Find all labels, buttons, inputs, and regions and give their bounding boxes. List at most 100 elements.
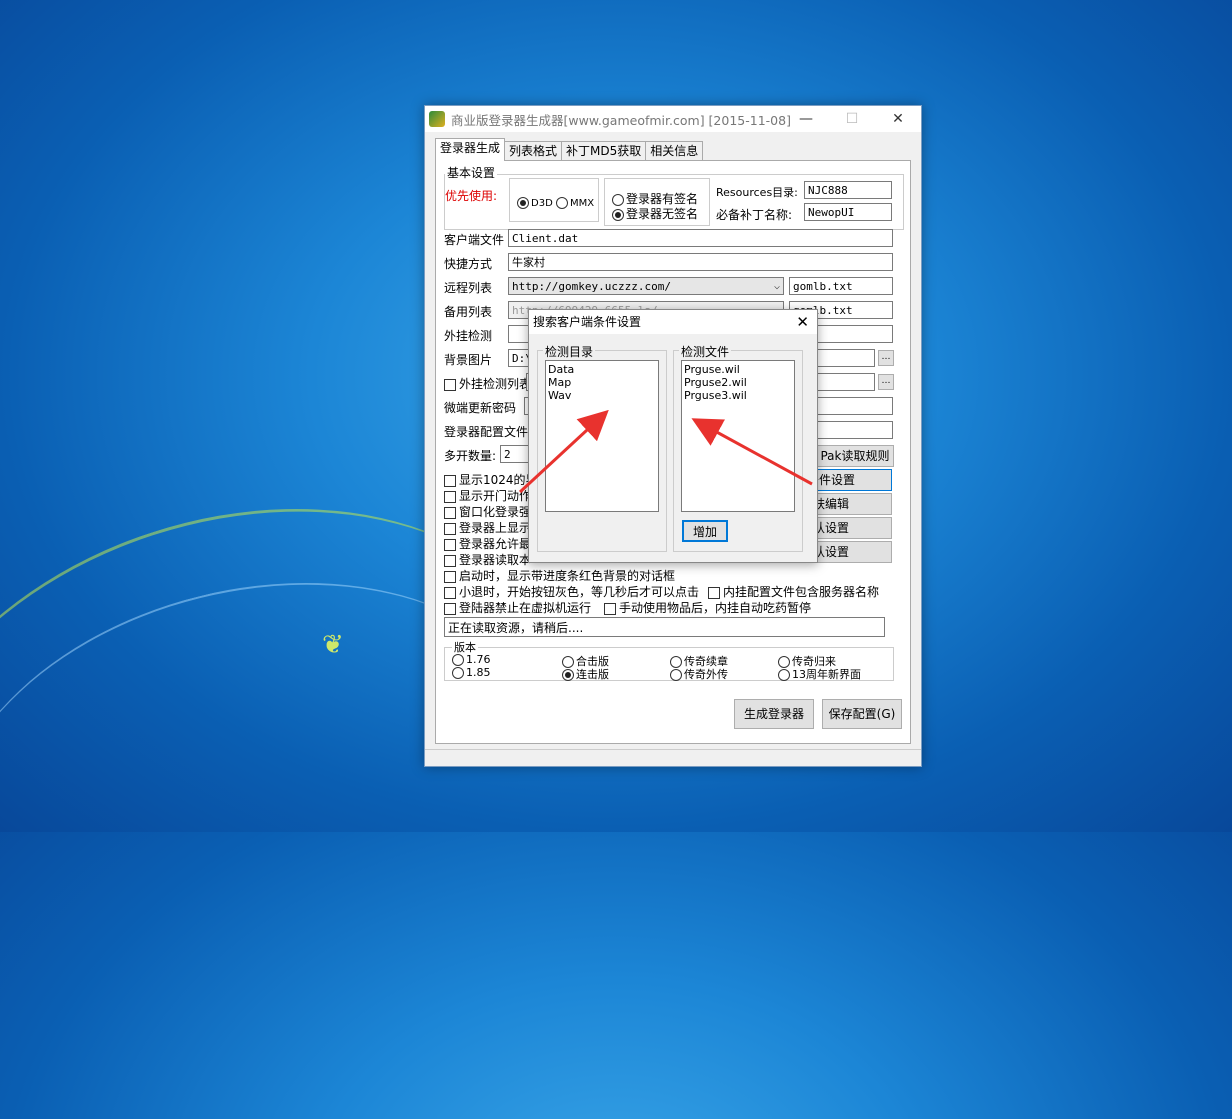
radio-signed-label: 登录器有签名 (626, 192, 699, 206)
radio-signed-dot[interactable] (612, 193, 624, 206)
remote-list-value: http://gomkey.uczzz.com/ (512, 280, 671, 293)
tab-list-format[interactable]: 列表格式 (504, 141, 563, 161)
chevron-down-icon[interactable]: ⌵ (774, 278, 780, 294)
checkbox-1024[interactable] (444, 474, 456, 487)
maximize-button[interactable]: ☐ (829, 106, 875, 132)
priority-label: 优先使用: (445, 189, 498, 203)
checkbox-show[interactable] (444, 522, 456, 535)
version-13th-label: 13周年新界面 (792, 668, 861, 681)
remote-list-file-input[interactable]: gomlb.txt (789, 277, 893, 295)
minimize-button[interactable]: — (783, 106, 829, 132)
checkbox-read-local[interactable] (444, 554, 456, 567)
radio-mmx-label: MMX (570, 198, 595, 209)
check-progress-dialog-label: 启动时，显示带进度条红色背景的对话框 (459, 569, 676, 583)
background-browse-button[interactable]: … (878, 350, 894, 366)
list-item[interactable]: Data (548, 363, 656, 376)
check-1024-label: 显示1024的界 (459, 473, 538, 487)
generate-button[interactable]: 生成登录器 (734, 699, 814, 729)
pak-rule-button[interactable]: Pak读取规则 (816, 445, 894, 467)
client-condition-dialog: 搜索客户端条件设置 ✕ 检测目录 Data Map Wav 检测文件 Prgus… (528, 309, 818, 563)
check-start-gray[interactable]: 小退时，开始按钮灰色，等几秒后才可以点击 (444, 583, 699, 600)
radio-d3d-dot[interactable] (517, 197, 529, 209)
config-file-label: 登录器配置文件 (444, 425, 529, 439)
tab-patch-md5[interactable]: 补丁MD5获取 (561, 141, 647, 161)
check-show[interactable]: 登录器上显示 (444, 519, 531, 536)
checkbox-pause-potion[interactable] (604, 602, 616, 615)
check-windowed[interactable]: 窗口化登录强 (444, 503, 531, 520)
file-list[interactable]: Prguse.wil Prguse2.wil Prguse3.wil (681, 360, 795, 512)
version-13th[interactable]: 13周年新界面 (778, 666, 861, 682)
version-1-76-dot[interactable] (452, 654, 464, 666)
resources-label: Resources目录: (716, 186, 798, 199)
radio-unsigned-label: 登录器无签名 (626, 207, 699, 221)
version-lianji[interactable]: 连击版 (562, 666, 609, 682)
check-1024[interactable]: 显示1024的界 (444, 471, 538, 488)
checkbox-door-anim[interactable] (444, 490, 456, 503)
shortcut-input[interactable]: 牛家村 (508, 253, 893, 271)
check-allow-max-label: 登录器允许最 (459, 537, 532, 551)
radio-mmx[interactable]: MMX (556, 197, 594, 209)
check-server-name-label: 内挂配置文件包含服务器名称 (723, 585, 880, 599)
radio-unsigned-dot[interactable] (612, 208, 624, 221)
checkbox-no-vm[interactable] (444, 602, 456, 615)
check-no-vm[interactable]: 登陆器禁止在虚拟机运行 (444, 599, 591, 616)
version-lianji-label: 连击版 (576, 668, 609, 681)
plugin-list-label: 外挂检测列表 (459, 377, 532, 391)
save-config-button[interactable]: 保存配置(G) (822, 699, 902, 729)
dialog-title-bar[interactable]: 搜索客户端条件设置 ✕ (529, 310, 817, 334)
check-door-anim[interactable]: 显示开门动作 (444, 487, 531, 504)
list-item[interactable]: Map (548, 376, 656, 389)
list-item[interactable]: Prguse.wil (684, 363, 792, 376)
checkbox-windowed[interactable] (444, 506, 456, 519)
remote-list-label: 远程列表 (444, 281, 493, 295)
check-show-label: 登录器上显示 (459, 521, 532, 535)
client-file-input[interactable]: Client.dat (508, 229, 893, 247)
version-1-85-label: 1.85 (466, 666, 491, 679)
version-1-85[interactable]: 1.85 (452, 666, 491, 679)
patch-name-input[interactable]: NewopUI (804, 203, 892, 221)
dialog-close-icon[interactable]: ✕ (796, 310, 809, 334)
check-read-local-label: 登录器读取本 (459, 553, 532, 567)
check-pause-potion[interactable]: 手动使用物品后，内挂自动吃药暂停 (604, 599, 811, 616)
micro-pwd-label: 微端更新密码 (444, 401, 517, 415)
version-1-85-dot[interactable] (452, 667, 464, 679)
dir-list[interactable]: Data Map Wav (545, 360, 659, 512)
check-pause-potion-label: 手动使用物品后，内挂自动吃药暂停 (619, 601, 812, 615)
check-read-local[interactable]: 登录器读取本 (444, 551, 531, 568)
checkbox-start-gray[interactable] (444, 586, 456, 599)
add-button[interactable]: 增加 (682, 520, 728, 542)
version-lianji-dot[interactable] (562, 669, 574, 681)
plugin-list-checkbox[interactable] (444, 378, 456, 391)
checkbox-server-name[interactable] (708, 586, 720, 599)
radio-d3d[interactable]: D3D (517, 197, 553, 209)
patch-name-label: 必备补丁名称: (716, 208, 793, 222)
list-item[interactable]: Prguse3.wil (684, 389, 792, 402)
title-bar[interactable]: 商业版登录器生成器[www.gameofmir.com] [2015-11-08… (425, 106, 921, 132)
radio-unsigned[interactable]: 登录器无签名 (612, 205, 698, 222)
check-allow-max[interactable]: 登录器允许最 (444, 535, 531, 552)
window-title: 商业版登录器生成器[www.gameofmir.com] [2015-11-08… (451, 112, 791, 128)
app-icon (429, 111, 445, 127)
checkbox-allow-max[interactable] (444, 538, 456, 551)
remote-list-select[interactable]: http://gomkey.uczzz.com/ ⌵ (508, 277, 784, 295)
multi-count-label: 多开数量: (444, 449, 497, 463)
check-door-anim-label: 显示开门动作 (459, 489, 532, 503)
tab-generate[interactable]: 登录器生成 (435, 138, 506, 161)
checkbox-progress-dialog[interactable] (444, 570, 456, 583)
check-server-name[interactable]: 内挂配置文件包含服务器名称 (708, 583, 879, 600)
check-progress-dialog[interactable]: 启动时，显示带进度条红色背景的对话框 (444, 567, 675, 584)
backup-list-label: 备用列表 (444, 305, 493, 319)
plugin-list-check[interactable]: 外挂检测列表 (444, 375, 531, 392)
resources-input[interactable]: NJC888 (804, 181, 892, 199)
plugin-list-browse-button[interactable]: … (878, 374, 894, 390)
version-waizhuan[interactable]: 传奇外传 (670, 666, 728, 682)
close-button[interactable]: ✕ (875, 106, 921, 132)
list-item[interactable]: Wav (548, 389, 656, 402)
background-label: 背景图片 (444, 353, 493, 367)
version-1-76[interactable]: 1.76 (452, 653, 491, 666)
tab-info[interactable]: 相关信息 (645, 141, 704, 161)
version-waizhuan-dot[interactable] (670, 669, 682, 681)
version-13th-dot[interactable] (778, 669, 790, 681)
radio-mmx-dot[interactable] (556, 197, 568, 209)
list-item[interactable]: Prguse2.wil (684, 376, 792, 389)
